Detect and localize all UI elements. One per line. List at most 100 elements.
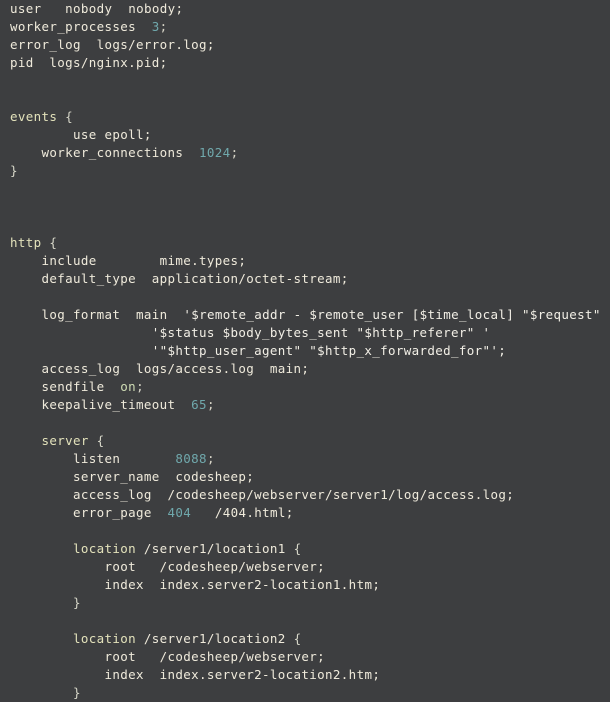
code-token-key: include (41, 253, 97, 268)
code-token-block: events (10, 109, 58, 124)
code-token-block: location (73, 541, 137, 556)
code-line[interactable]: } (0, 684, 610, 702)
code-line[interactable]: default_type application/octet-stream; (0, 270, 610, 288)
code-token-brace: { (65, 109, 74, 124)
code-editor-view[interactable]: user nobody nobody; worker_processes 3; er… (0, 0, 610, 700)
code-line[interactable]: root /codesheep/webserver; (0, 558, 610, 576)
code-token-key: pid (10, 55, 34, 70)
code-token-key: index (104, 667, 144, 682)
code-line[interactable]: } (0, 162, 610, 180)
code-line[interactable]: worker_connections 1024; (0, 144, 610, 162)
code-token-val: /404.html; (214, 505, 294, 520)
code-token-punct: ; (230, 145, 239, 160)
code-line[interactable]: listen 8088; (0, 450, 610, 468)
code-token-key: access_log (41, 361, 121, 376)
code-token-key: error_log (10, 37, 81, 52)
code-token-block: server (41, 433, 89, 448)
code-line[interactable]: location /server1/location1 { (0, 540, 610, 558)
code-line[interactable]: pid logs/nginx.pid; (0, 54, 610, 72)
code-token-val: nobody (65, 1, 113, 16)
code-line[interactable]: '"$http_user_agent" "$http_x_forwarded_f… (0, 342, 610, 360)
code-token-punct: ; (206, 451, 215, 466)
code-token-key: user (10, 1, 42, 16)
code-token-val: use epoll; (10, 127, 152, 142)
code-line[interactable]: include mime.types; (0, 252, 610, 270)
code-line[interactable]: } (0, 594, 610, 612)
code-token-num: 65 (191, 397, 207, 412)
code-token-val: index.server2-location1.htm; (159, 577, 381, 592)
code-line[interactable]: http { (0, 234, 610, 252)
code-token-brace: } (10, 163, 18, 178)
code-token-val: logs/access.log main; (136, 361, 310, 376)
code-token-key: error_page (73, 505, 152, 520)
code-line[interactable]: user nobody nobody; (0, 0, 610, 18)
code-token-num: 404 (167, 505, 192, 520)
code-token-brace: { (293, 541, 302, 556)
code-line[interactable]: sendfile on; (0, 378, 610, 396)
code-line[interactable]: error_page 404 /404.html; (0, 504, 610, 522)
code-line[interactable]: error_log logs/error.log; (0, 36, 610, 54)
code-line[interactable]: worker_processes 3; (0, 18, 610, 36)
code-token-val: mime.types; (159, 253, 247, 268)
code-token-val: logs/error.log; (96, 37, 215, 52)
code-token-str: '"$http_user_agent" "$http_x_forwarded_f… (151, 343, 507, 358)
code-line[interactable]: root /codesheep/webserver; (0, 648, 610, 666)
code-line[interactable]: access_log /codesheep/webserver/server1/… (0, 486, 610, 504)
code-token-key: log_format (41, 307, 121, 322)
code-token-key: root (104, 649, 137, 664)
code-line[interactable]: server_name codesheep; (0, 468, 610, 486)
code-token-str: '$remote_addr - $remote_user [$time_loca… (183, 307, 610, 322)
code-line[interactable]: index index.server2-location1.htm; (0, 576, 610, 594)
code-token-punct: ; (136, 379, 144, 394)
code-token-block: http (10, 235, 42, 250)
code-line[interactable]: '$status $body_bytes_sent "$http_referer… (0, 324, 610, 342)
code-line[interactable]: keepalive_timeout 65; (0, 396, 610, 414)
code-line[interactable]: access_log logs/access.log main; (0, 360, 610, 378)
code-token-val: /server1/location1 (143, 541, 286, 556)
code-token-brace: } (73, 685, 81, 700)
code-line[interactable]: server { (0, 432, 610, 450)
code-token-val: application/octet-stream; (151, 271, 349, 286)
code-token-punct: ; (159, 19, 168, 34)
code-token-on: on (120, 379, 137, 394)
code-line[interactable]: use epoll; (0, 126, 610, 144)
code-token-key: keepalive_timeout (41, 397, 176, 412)
code-token-val: /codesheep/webserver; (159, 559, 326, 574)
code-token-key: index (104, 577, 144, 592)
code-line[interactable]: index index.server2-location2.htm; (0, 666, 610, 684)
code-token-brace: { (49, 235, 58, 250)
code-token-brace: { (96, 433, 105, 448)
code-line[interactable]: events { (0, 108, 610, 126)
code-line[interactable]: location /server1/location2 { (0, 630, 610, 648)
code-token-key: root (104, 559, 137, 574)
code-line[interactable]: log_format main '$remote_addr - $remote_… (0, 306, 610, 324)
